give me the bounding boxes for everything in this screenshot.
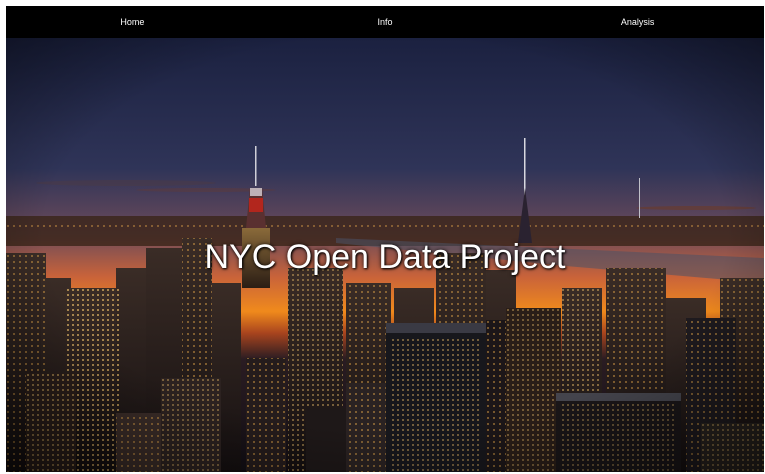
nav-home-link[interactable]: Home — [6, 17, 259, 27]
hero-banner: NYC Open Data Project — [6, 38, 764, 472]
top-navbar: Home Info Analysis — [6, 6, 764, 38]
nav-info-link[interactable]: Info — [259, 17, 512, 27]
hero-title: NYC Open Data Project — [204, 238, 566, 276]
nav-analysis-link[interactable]: Analysis — [511, 17, 764, 27]
page-frame: Home Info Analysis NYC Open Data Project — [6, 6, 764, 472]
